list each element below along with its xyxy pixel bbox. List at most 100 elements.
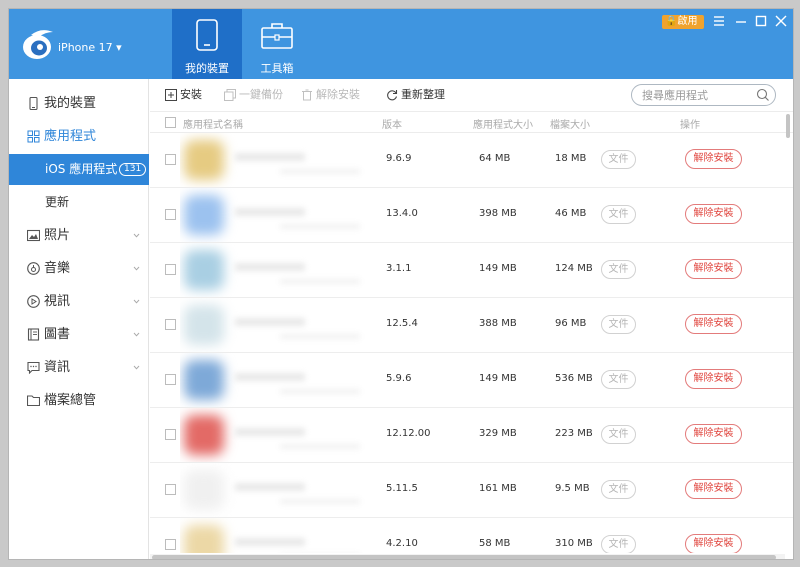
tab-toolbox[interactable]: 工具箱	[242, 9, 312, 79]
sidebar-item-video[interactable]: 視訊	[9, 286, 149, 317]
app-version: 13.4.0	[386, 208, 418, 219]
search-box	[631, 84, 776, 106]
table-row[interactable]: 3.1.1 149 MB 124 MB 文件 解除安裝	[150, 243, 793, 298]
app-detail-redacted	[280, 389, 360, 394]
app-size: 161 MB	[479, 483, 517, 494]
sidebar-item-file-manager[interactable]: 檔案總管	[9, 385, 149, 416]
maximize-icon[interactable]	[753, 13, 769, 29]
backup-button[interactable]: 一鍵備份	[224, 88, 283, 102]
table-row[interactable]: 5.9.6 149 MB 536 MB 文件 解除安裝	[150, 353, 793, 408]
horizontal-scrollbar-thumb[interactable]	[152, 555, 776, 559]
documents-button[interactable]: 文件	[601, 425, 636, 444]
row-checkbox[interactable]	[165, 539, 176, 550]
close-icon[interactable]	[773, 13, 789, 29]
chevron-down-icon	[133, 299, 140, 304]
copy-icon	[224, 89, 236, 101]
tab-my-device[interactable]: 我的裝置	[172, 9, 242, 79]
column-header-name[interactable]: 應用程式名稱	[183, 116, 243, 131]
app-info-blurred	[180, 298, 366, 352]
activate-badge[interactable]: 🔒啟用	[662, 15, 704, 29]
sidebar-item-label: 音樂	[44, 261, 71, 276]
app-info-blurred	[180, 353, 366, 407]
app-info-blurred	[180, 463, 366, 517]
uninstall-button[interactable]: 解除安裝	[685, 314, 742, 334]
vertical-scrollbar-thumb[interactable]	[786, 114, 790, 138]
sidebar-item-books[interactable]: 圖書	[9, 319, 149, 350]
sidebar-subitem-label: iOS 應用程式	[45, 162, 118, 176]
documents-button[interactable]: 文件	[601, 150, 636, 169]
vertical-scrollbar[interactable]	[785, 112, 791, 556]
search-icon[interactable]	[756, 88, 770, 102]
uninstall-button[interactable]: 解除安裝	[685, 534, 742, 553]
sidebar-item-music[interactable]: 音樂	[9, 253, 149, 284]
app-detail-redacted	[280, 334, 360, 339]
table-row[interactable]: 12.12.00 329 MB 223 MB 文件 解除安裝	[150, 408, 793, 463]
uninstall-button[interactable]: 解除安裝	[685, 149, 742, 169]
documents-button[interactable]: 文件	[601, 315, 636, 334]
minimize-icon[interactable]	[733, 13, 749, 29]
documents-button[interactable]: 文件	[601, 535, 636, 553]
documents-button[interactable]: 文件	[601, 480, 636, 499]
column-header-version[interactable]: 版本	[382, 116, 402, 131]
table-row[interactable]: 13.4.0 398 MB 46 MB 文件 解除安裝	[150, 188, 793, 243]
app-size: 329 MB	[479, 428, 517, 439]
chevron-down-icon	[133, 365, 140, 370]
doc-size: 223 MB	[555, 428, 593, 439]
documents-button[interactable]: 文件	[601, 205, 636, 224]
app-name-redacted	[235, 153, 305, 161]
uninstall-button[interactable]: 解除安裝	[685, 369, 742, 389]
app-icon	[184, 305, 224, 345]
app-count-badge: 131	[119, 163, 147, 176]
row-checkbox[interactable]	[165, 374, 176, 385]
select-all-checkbox[interactable]	[165, 117, 176, 128]
folder-icon	[27, 395, 40, 407]
sidebar-item-photos[interactable]: 照片	[9, 220, 149, 251]
row-checkbox[interactable]	[165, 264, 176, 275]
documents-button[interactable]: 文件	[601, 370, 636, 389]
sidebar-subitem-updates[interactable]: 更新	[9, 187, 149, 218]
install-button[interactable]: 安裝	[165, 88, 202, 102]
app-name-redacted	[235, 373, 305, 381]
uninstall-button[interactable]: 解除安裝	[685, 259, 742, 279]
app-version: 4.2.10	[386, 538, 418, 549]
doc-size: 124 MB	[555, 263, 593, 274]
device-selector[interactable]: iPhone 17 ▾	[58, 41, 122, 54]
table-row[interactable]: 4.2.10 58 MB 310 MB 文件 解除安裝	[150, 518, 793, 553]
sidebar-item-messages[interactable]: 資訊	[9, 352, 149, 383]
row-checkbox[interactable]	[165, 154, 176, 165]
sidebar-subitem-ios-apps[interactable]: iOS 應用程式 131	[9, 154, 149, 185]
row-checkbox[interactable]	[165, 429, 176, 440]
message-icon	[27, 361, 40, 374]
table-row[interactable]: 12.5.4 388 MB 96 MB 文件 解除安裝	[150, 298, 793, 353]
column-header-app-size[interactable]: 應用程式大小	[473, 116, 533, 131]
row-checkbox[interactable]	[165, 209, 176, 220]
documents-button[interactable]: 文件	[601, 260, 636, 279]
toolbox-icon	[261, 23, 293, 49]
column-header-doc-size[interactable]: 檔案大小	[550, 116, 590, 131]
search-input[interactable]	[642, 88, 752, 103]
refresh-button[interactable]: 重新整理	[386, 88, 445, 102]
horizontal-scrollbar[interactable]	[150, 554, 785, 559]
app-name-redacted	[235, 538, 305, 546]
toolbar-uninstall-button[interactable]: 解除安裝	[301, 88, 360, 102]
doc-size: 46 MB	[555, 208, 587, 219]
uninstall-button[interactable]: 解除安裝	[685, 424, 742, 444]
menu-icon[interactable]	[711, 13, 727, 29]
tab-my-device-label: 我的裝置	[185, 62, 229, 75]
header-bar: iPhone 17 ▾ 我的裝置 工具箱 🔒啟用	[9, 9, 793, 79]
app-window: iPhone 17 ▾ 我的裝置 工具箱 🔒啟用 我的裝置 應用程式 iOS 應…	[8, 8, 794, 560]
doc-size: 536 MB	[555, 373, 593, 384]
uninstall-button[interactable]: 解除安裝	[685, 204, 742, 224]
chevron-down-icon	[133, 233, 140, 238]
app-icon	[184, 415, 224, 455]
uninstall-button[interactable]: 解除安裝	[685, 479, 742, 499]
row-checkbox[interactable]	[165, 484, 176, 495]
phone-icon	[29, 97, 38, 110]
table-row[interactable]: 5.11.5 161 MB 9.5 MB 文件 解除安裝	[150, 463, 793, 518]
row-checkbox[interactable]	[165, 319, 176, 330]
app-version: 12.5.4	[386, 318, 418, 329]
sidebar-item-apps[interactable]: 應用程式	[9, 121, 149, 152]
table-row[interactable]: 9.6.9 64 MB 18 MB 文件 解除安裝	[150, 133, 793, 188]
sidebar-item-my-device[interactable]: 我的裝置	[9, 88, 149, 119]
chevron-down-icon	[133, 332, 140, 337]
